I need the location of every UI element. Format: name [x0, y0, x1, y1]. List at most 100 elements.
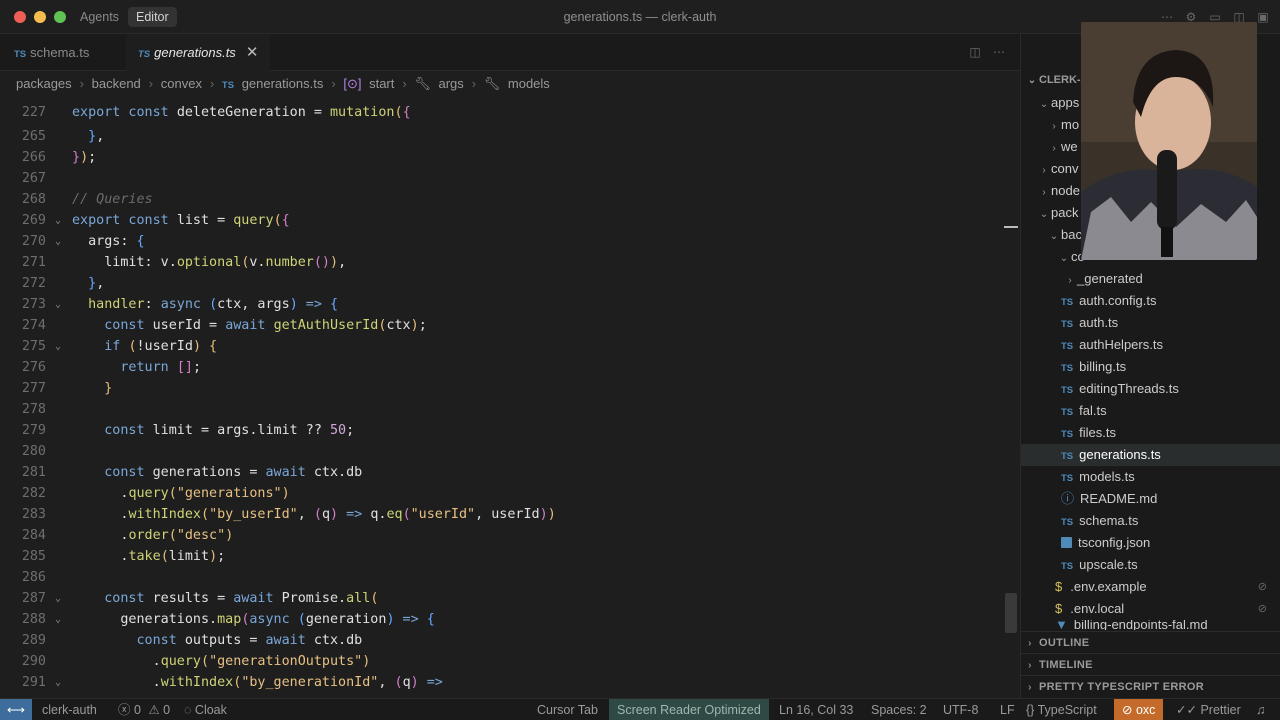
code-text[interactable]: }: [72, 378, 112, 399]
code-line[interactable]: 267: [0, 168, 1000, 189]
code-line[interactable]: 290 .query("generationOutputs"): [0, 651, 1000, 672]
code-text[interactable]: .query("generationOutputs"): [72, 651, 371, 672]
indentation-indicator[interactable]: Spaces: 2: [871, 699, 927, 720]
code-line[interactable]: 285 .take(limit);: [0, 546, 1000, 567]
pretty-ts-error-section[interactable]: › PRETTY TYPESCRIPT ERROR: [1021, 675, 1280, 697]
tree-folder[interactable]: › _generated: [1021, 268, 1280, 290]
problems-indicator[interactable]: ⓧ 0 ⚠ 0: [118, 699, 170, 720]
code-line[interactable]: 278: [0, 399, 1000, 420]
code-line[interactable]: 274 const userId = await getAuthUserId(c…: [0, 315, 1000, 336]
breadcrumb-item[interactable]: convex: [161, 76, 202, 91]
split-editor-icon[interactable]: ◫: [968, 45, 982, 59]
tree-file[interactable]: TS models.ts: [1021, 466, 1280, 488]
code-line[interactable]: 269 ⌄ export const list = query({: [0, 210, 1000, 231]
code-text[interactable]: .withIndex("by_userId", (q) => q.eq("use…: [72, 504, 555, 525]
code-line[interactable]: 282 .query("generations"): [0, 483, 1000, 504]
fold-chevron-icon[interactable]: ⌄: [55, 672, 61, 693]
code-text[interactable]: });: [72, 147, 96, 168]
code-text[interactable]: .query("generations"): [72, 483, 289, 504]
code-line[interactable]: 273 ⌄ handler: async (ctx, args) => {: [0, 294, 1000, 315]
tab-generations[interactable]: TS generations.ts ✕: [126, 34, 271, 71]
tree-file[interactable]: ▼ billing-endpoints-fal.md: [1021, 620, 1280, 630]
tree-file-selected[interactable]: TS generations.ts: [1021, 444, 1280, 466]
editor-scrollbar[interactable]: [1005, 593, 1017, 633]
code-text[interactable]: const results = await Promise.all(: [72, 588, 378, 609]
code-text[interactable]: const generations = await ctx.db: [72, 462, 362, 483]
code-line[interactable]: 288 ⌄ generations.map(async (generation) …: [0, 609, 1000, 630]
code-text[interactable]: const outputs = await ctx.db: [72, 630, 363, 651]
code-line[interactable]: 279 const limit = args.limit ?? 50;: [0, 420, 1000, 441]
close-tab-icon[interactable]: ✕: [246, 44, 259, 61]
timeline-section[interactable]: › TIMELINE: [1021, 653, 1280, 675]
tree-file[interactable]: TS schema.ts: [1021, 510, 1280, 532]
tree-file[interactable]: TS fal.ts: [1021, 400, 1280, 422]
breadcrumb-item[interactable]: packages: [16, 76, 72, 91]
cursor-tab-indicator[interactable]: Cursor Tab: [537, 699, 598, 720]
code-line[interactable]: 287 ⌄ const results = await Promise.all(: [0, 588, 1000, 609]
code-line[interactable]: 268 // Queries: [0, 189, 1000, 210]
fold-chevron-icon[interactable]: ⌄: [55, 294, 61, 315]
code-text[interactable]: limit: v.optional(v.number()),: [72, 252, 346, 273]
prettier-indicator[interactable]: ✓✓ Prettier: [1176, 699, 1241, 720]
tree-file[interactable]: TS files.ts: [1021, 422, 1280, 444]
code-text[interactable]: export const deleteGeneration = mutation…: [72, 102, 411, 123]
breadcrumb-item[interactable]: models: [508, 76, 550, 91]
code-text[interactable]: .order("desc"): [72, 525, 233, 546]
code-line[interactable]: 284 .order("desc"): [0, 525, 1000, 546]
tree-file[interactable]: TS upscale.ts: [1021, 554, 1280, 576]
tree-file[interactable]: $ .env.local ⊘: [1021, 598, 1280, 620]
code-text[interactable]: .withIndex("by_generationId", (q) =>: [72, 672, 443, 693]
code-text[interactable]: },: [72, 273, 104, 294]
code-text[interactable]: return [];: [72, 357, 201, 378]
code-text[interactable]: export const list = query({: [72, 210, 290, 231]
language-indicator[interactable]: {} TypeScript: [1026, 699, 1097, 720]
code-line[interactable]: 289 const outputs = await ctx.db: [0, 630, 1000, 651]
code-line[interactable]: 277 }: [0, 378, 1000, 399]
tree-file[interactable]: TS billing.ts: [1021, 356, 1280, 378]
tree-file[interactable]: tsconfig.json: [1021, 532, 1280, 554]
tree-file[interactable]: TS authHelpers.ts: [1021, 334, 1280, 356]
branch-indicator[interactable]: clerk-auth: [42, 699, 97, 720]
cloak-indicator[interactable]: ◌ Cloak: [184, 699, 227, 720]
code-text[interactable]: .take(limit);: [72, 546, 225, 567]
code-line[interactable]: 276 return [];: [0, 357, 1000, 378]
tree-file[interactable]: ⓘ README.md: [1021, 488, 1280, 510]
code-text[interactable]: generations.map(async (generation) => {: [72, 609, 434, 630]
code-text[interactable]: // Queries: [72, 189, 153, 210]
code-text[interactable]: const limit = args.limit ?? 50;: [72, 420, 354, 441]
fold-chevron-icon[interactable]: ⌄: [55, 609, 61, 630]
oxc-indicator[interactable]: ⊘ oxc: [1114, 699, 1164, 720]
code-line[interactable]: 280: [0, 441, 1000, 462]
code-editor[interactable]: 227 export const deleteGeneration = mutat…: [0, 102, 1020, 698]
code-line[interactable]: 266});: [0, 147, 1000, 168]
tree-file[interactable]: TS auth.config.ts: [1021, 290, 1280, 312]
eol-indicator[interactable]: LF: [1000, 699, 1015, 720]
notifications-icon[interactable]: ♫: [1256, 699, 1265, 720]
code-line[interactable]: 270 ⌄ args: {: [0, 231, 1000, 252]
fold-chevron-icon[interactable]: ⌄: [55, 336, 61, 357]
code-line[interactable]: 281 const generations = await ctx.db: [0, 462, 1000, 483]
fold-chevron-icon[interactable]: ⌄: [55, 210, 61, 231]
breadcrumb-item[interactable]: args: [438, 76, 463, 91]
code-line[interactable]: 271 limit: v.optional(v.number()),: [0, 252, 1000, 273]
screen-reader-indicator[interactable]: Screen Reader Optimized: [609, 699, 769, 720]
tree-file[interactable]: TS editingThreads.ts: [1021, 378, 1280, 400]
fold-chevron-icon[interactable]: ⌄: [55, 588, 61, 609]
cursor-position[interactable]: Ln 16, Col 33: [779, 699, 853, 720]
outline-section[interactable]: › OUTLINE: [1021, 631, 1280, 653]
code-line[interactable]: 291 ⌄ .withIndex("by_generationId", (q) =…: [0, 672, 1000, 693]
code-line[interactable]: 286: [0, 567, 1000, 588]
tree-file[interactable]: TS auth.ts: [1021, 312, 1280, 334]
code-line[interactable]: 272 },: [0, 273, 1000, 294]
code-text[interactable]: args: {: [72, 231, 144, 252]
tab-schema[interactable]: TS schema.ts: [14, 34, 124, 71]
code-line[interactable]: 275 ⌄ if (!userId) {: [0, 336, 1000, 357]
code-text[interactable]: handler: async (ctx, args) => {: [72, 294, 338, 315]
code-text[interactable]: const userId = await getAuthUserId(ctx);: [72, 315, 427, 336]
remote-icon[interactable]: ⟷: [0, 699, 32, 720]
breadcrumb-item[interactable]: backend: [92, 76, 141, 91]
breadcrumb-item[interactable]: generations.ts: [242, 76, 324, 91]
fold-chevron-icon[interactable]: ⌄: [55, 231, 61, 252]
encoding-indicator[interactable]: UTF-8: [943, 699, 978, 720]
tree-file[interactable]: $ .env.example ⊘: [1021, 576, 1280, 598]
